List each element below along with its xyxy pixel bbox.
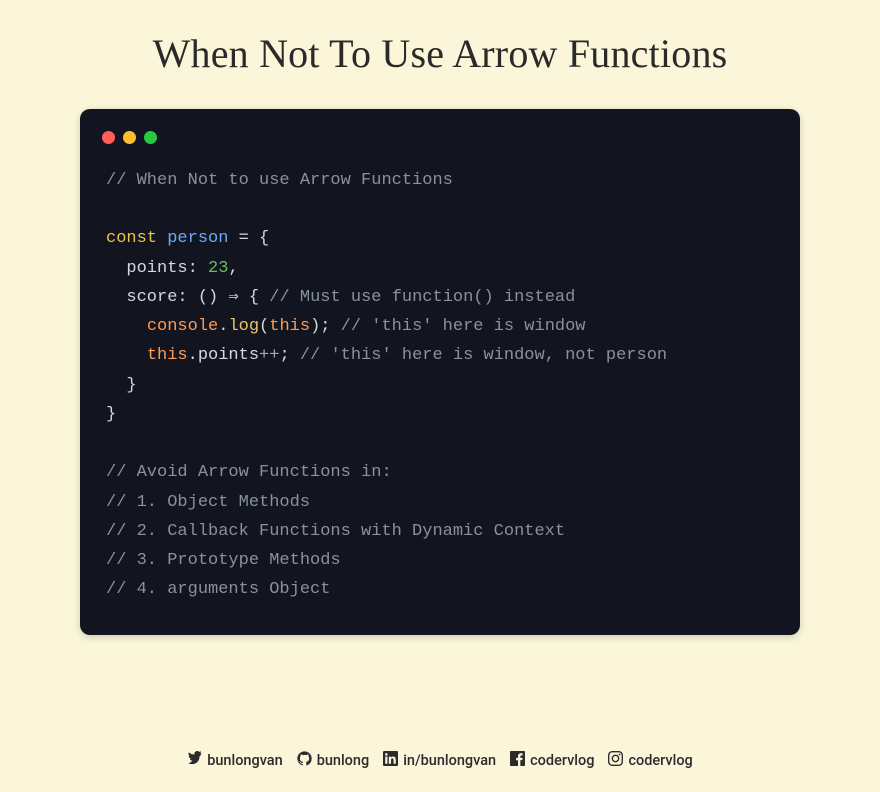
facebook-handle: codervlog xyxy=(530,752,594,769)
code-punc: .points xyxy=(188,346,259,365)
code-editor: // When Not to use Arrow Functions const… xyxy=(80,109,800,635)
code-indent xyxy=(106,317,147,336)
minimize-icon xyxy=(123,131,136,144)
code-comment: // 3. Prototype Methods xyxy=(106,551,341,570)
social-links: bunlongvan bunlong in/bunlongvan codervl… xyxy=(0,751,880,770)
twitter-link[interactable]: bunlongvan xyxy=(187,751,282,770)
window-controls xyxy=(102,131,774,144)
code-punc: = { xyxy=(228,229,269,248)
github-handle: bunlong xyxy=(317,752,370,769)
code-comment: // 'this' here is window xyxy=(330,317,585,336)
code-indent xyxy=(106,346,147,365)
code-comment: // 1. Object Methods xyxy=(106,493,310,512)
page-title: When Not To Use Arrow Functions xyxy=(0,0,880,77)
code-comment: // 2. Callback Functions with Dynamic Co… xyxy=(106,522,565,541)
instagram-link[interactable]: codervlog xyxy=(608,751,692,770)
facebook-link[interactable]: codervlog xyxy=(510,751,594,770)
code-punc: ( xyxy=(259,317,269,336)
code-op: ++ xyxy=(259,346,279,365)
linkedin-icon xyxy=(383,751,398,770)
twitter-icon xyxy=(187,751,202,770)
code-block: // When Not to use Arrow Functions const… xyxy=(106,166,774,605)
facebook-icon xyxy=(510,751,525,770)
code-keyword: const xyxy=(106,229,157,248)
code-call: console xyxy=(147,317,218,336)
twitter-handle: bunlongvan xyxy=(207,752,282,769)
code-comment: // Avoid Arrow Functions in: xyxy=(106,463,392,482)
code-number: 23 xyxy=(208,259,228,278)
code-punc: ); xyxy=(310,317,330,336)
code-this: this xyxy=(269,317,310,336)
linkedin-handle: in/bunlongvan xyxy=(403,752,496,769)
code-comment: // Must use function() instead xyxy=(269,288,575,307)
code-comment: // When Not to use Arrow Functions xyxy=(106,171,453,190)
instagram-icon xyxy=(608,751,623,770)
code-punc: . xyxy=(218,317,228,336)
code-prop: score: () xyxy=(106,288,228,307)
zoom-icon xyxy=(144,131,157,144)
github-link[interactable]: bunlong xyxy=(297,751,370,770)
linkedin-link[interactable]: in/bunlongvan xyxy=(383,751,496,770)
code-method: log xyxy=(228,317,259,336)
code-comment: // 'this' here is window, not person xyxy=(290,346,667,365)
code-punc: } xyxy=(106,405,116,424)
code-punc: } xyxy=(106,376,137,395)
close-icon xyxy=(102,131,115,144)
code-identifier: person xyxy=(167,229,228,248)
github-icon xyxy=(297,751,312,770)
instagram-handle: codervlog xyxy=(628,752,692,769)
code-prop: points: xyxy=(106,259,198,278)
code-this: this xyxy=(147,346,188,365)
code-punc: ; xyxy=(279,346,289,365)
arrow-icon: ⇒ xyxy=(228,288,238,307)
code-punc: , xyxy=(228,259,238,278)
code-punc: { xyxy=(239,288,270,307)
code-comment: // 4. arguments Object xyxy=(106,580,330,599)
